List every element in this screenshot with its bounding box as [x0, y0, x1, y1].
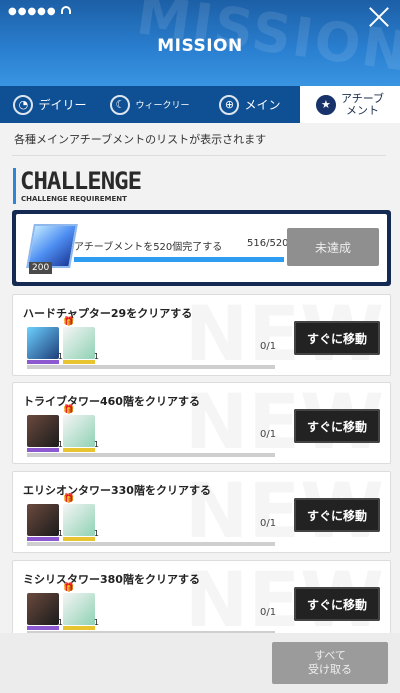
weekly-icon: ☾ — [110, 94, 131, 115]
mission-progress-bar — [27, 542, 275, 546]
ticket-icon: 🎁 1 — [63, 583, 99, 630]
tab-daily[interactable]: ◔ デイリー — [0, 86, 100, 123]
challenge-card-inner: 200 アチーブメントを520個完了する 516/520 未達成 — [16, 214, 387, 282]
mission-title: ハードチャプター29をクリアする — [23, 307, 193, 320]
mission-progress-text: 0/1 — [260, 429, 277, 440]
daily-icon: ◔ — [13, 94, 34, 115]
mission-progress-text: 0/1 — [260, 341, 277, 352]
mission-title: ミシリスタワー380階をクリアする — [23, 573, 200, 586]
item-icon: 1 — [27, 415, 63, 452]
item-count: 1 — [93, 529, 99, 538]
item-icon: 1 — [27, 593, 63, 630]
tab-weekly[interactable]: ☾ ウィークリー — [100, 86, 200, 123]
tab-main-label: メイン — [244, 98, 281, 112]
divider — [12, 155, 386, 156]
header: MISSION ●●●●● MISSION — [0, 0, 400, 90]
close-icon[interactable] — [368, 6, 390, 28]
status-bar: ●●●●● — [8, 6, 71, 17]
claim-all-button[interactable]: すべて 受け取る — [272, 642, 388, 684]
mission-progress-text: 0/1 — [260, 518, 277, 529]
item-icon: 1 — [27, 504, 63, 541]
item-icon: 1 — [27, 327, 63, 364]
wifi-icon — [60, 6, 71, 14]
go-button[interactable]: すぐに移動 — [294, 498, 380, 532]
rarity-bar — [63, 448, 95, 452]
gift-icon: 🎁 — [63, 317, 75, 327]
challenge-card: 200 アチーブメントを520個完了する 516/520 未達成 — [12, 210, 391, 286]
challenge-title: CHALLENGE — [20, 167, 142, 195]
footer: すべて 受け取る — [0, 633, 400, 693]
description: 各種メインアチーブメントのリストが表示されます — [14, 133, 267, 146]
go-button[interactable]: すぐに移動 — [294, 409, 380, 443]
item-count: 1 — [93, 352, 99, 361]
challenge-subtitle: CHALLENGE REQUIREMENT — [21, 195, 127, 203]
gift-icon: 🎁 — [63, 583, 75, 593]
item-count: 1 — [93, 440, 99, 449]
item-count: 1 — [93, 618, 99, 627]
rarity-bar — [63, 626, 95, 630]
mission-progress-text: 0/1 — [260, 607, 277, 618]
rarity-bar — [27, 448, 59, 452]
rarity-bar — [27, 626, 59, 630]
tab-bar: ◔ デイリー ☾ ウィークリー ⊕ メイン ★ アチーブ メント — [0, 86, 400, 123]
mission-card: NEW エリシオンタワー330階をクリアする 1 🎁 1 0/1 すぐに移動 — [12, 466, 391, 555]
gift-icon: 🎁 — [63, 405, 75, 415]
tab-weekly-label: ウィークリー — [135, 101, 190, 111]
page-title: MISSION — [157, 36, 243, 56]
rarity-bar — [27, 537, 59, 541]
ticket-icon: 🎁 1 — [63, 317, 99, 364]
tab-daily-label: デイリー — [38, 98, 87, 112]
challenge-count: 516/520 — [247, 238, 289, 249]
mission-progress-bar — [27, 365, 275, 369]
challenge-accent — [13, 168, 16, 204]
not-achieved-button[interactable]: 未達成 — [287, 228, 379, 266]
rarity-bar — [63, 360, 95, 364]
gift-icon: 🎁 — [63, 494, 75, 504]
mission-title: エリシオンタワー330階をクリアする — [23, 484, 211, 497]
challenge-progress-bar — [74, 257, 284, 262]
mission-card: NEW トライブタワー460階をクリアする 1 🎁 1 0/1 すぐに移動 — [12, 377, 391, 466]
star-icon: ★ — [315, 94, 336, 115]
mission-list[interactable]: NEW ハードチャプター29をクリアする 1 🎁 1 0/1 すぐに移動 NEW… — [0, 290, 400, 633]
rarity-bar — [27, 360, 59, 364]
go-button[interactable]: すぐに移動 — [294, 587, 380, 621]
tab-main[interactable]: ⊕ メイン — [200, 86, 300, 123]
ticket-icon: 🎁 1 — [63, 494, 99, 541]
globe-icon: ⊕ — [219, 94, 240, 115]
go-button[interactable]: すぐに移動 — [294, 321, 380, 355]
mission-title: トライブタワー460階をクリアする — [23, 395, 200, 408]
mission-card: NEW ハードチャプター29をクリアする 1 🎁 1 0/1 すぐに移動 — [12, 290, 391, 378]
mission-progress-bar — [27, 453, 275, 457]
challenge-text: アチーブメントを520個完了する — [74, 242, 223, 253]
signal-icon: ●●●●● — [8, 6, 61, 17]
mission-card: NEW ミシリスタワー380階をクリアする 1 🎁 1 0/1 すぐに移動 — [12, 555, 391, 633]
reward-badge: 200 — [29, 262, 53, 274]
tab-achievement-label: アチーブ メント — [340, 91, 385, 117]
tab-achievement[interactable]: ★ アチーブ メント — [300, 86, 400, 123]
rarity-bar — [63, 537, 95, 541]
ticket-icon: 🎁 1 — [63, 405, 99, 452]
